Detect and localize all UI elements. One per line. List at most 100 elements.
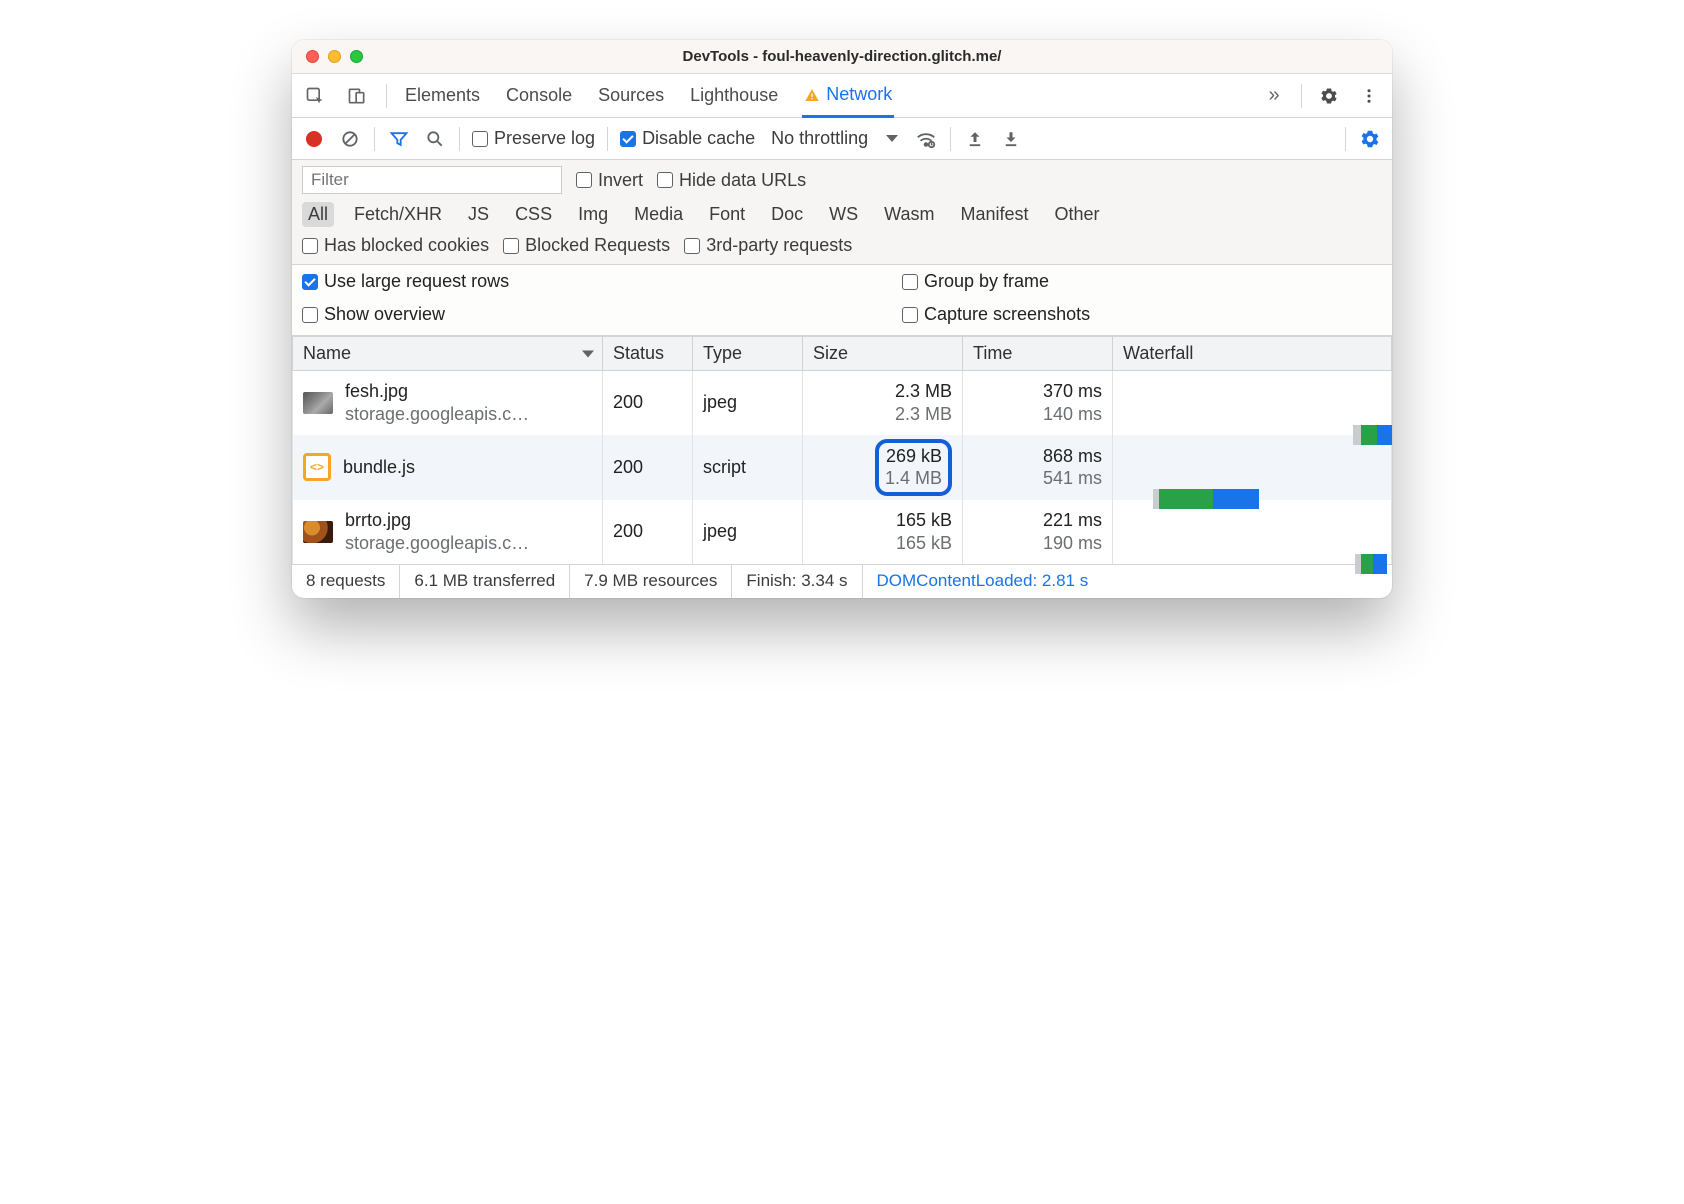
file-domain: storage.googleapis.c… [345,403,529,426]
type-filter-font[interactable]: Font [703,202,751,227]
tab-console[interactable]: Console [504,75,574,116]
table-row[interactable]: fesh.jpgstorage.googleapis.c…200jpeg2.3 … [293,371,1392,435]
preserve-log-label: Preserve log [494,128,595,149]
type-filter-media[interactable]: Media [628,202,689,227]
tab-elements[interactable]: Elements [403,75,482,116]
type-filter-doc[interactable]: Doc [765,202,809,227]
file-thumb-icon [303,521,333,543]
network-settings-gear-icon[interactable] [1358,127,1382,151]
type-filter-wasm[interactable]: Wasm [878,202,940,227]
status-requests: 8 requests [292,565,400,598]
maximize-window-button[interactable] [350,50,363,63]
more-tabs-icon[interactable]: » [1261,83,1287,109]
type-filter-manifest[interactable]: Manifest [955,202,1035,227]
throttling-label: No throttling [771,128,868,149]
status-bar: 8 requests 6.1 MB transferred 7.9 MB res… [292,564,1392,598]
large-rows-checkbox[interactable]: Use large request rows [302,271,842,292]
size-cell: 269 kB1.4 MB [803,435,963,500]
group-by-frame-label: Group by frame [924,271,1049,292]
tab-sources[interactable]: Sources [596,75,666,116]
time-cell: 868 ms541 ms [963,435,1113,500]
show-overview-checkbox[interactable]: Show overview [302,304,842,325]
status-dcl: DOMContentLoaded: 2.81 s [863,565,1103,598]
large-rows-label: Use large request rows [324,271,509,292]
third-party-checkbox[interactable]: 3rd-party requests [684,235,852,256]
col-waterfall[interactable]: Waterfall [1113,337,1392,371]
sort-icon [582,350,594,357]
download-har-icon[interactable] [999,127,1023,151]
type-filter-ws[interactable]: WS [823,202,864,227]
type-filter-img[interactable]: Img [572,202,614,227]
group-by-frame-checkbox[interactable]: Group by frame [902,271,1090,292]
invert-label: Invert [598,170,643,191]
settings-gear-icon[interactable] [1316,83,1342,109]
col-name[interactable]: Name [293,337,603,371]
invert-checkbox[interactable]: Invert [576,170,643,191]
has-blocked-cookies-checkbox[interactable]: Has blocked cookies [302,235,489,256]
col-type[interactable]: Type [693,337,803,371]
capture-screenshots-label: Capture screenshots [924,304,1090,325]
filter-bar: Invert Hide data URLs All Fetch/XHR JS CSS I… [292,160,1392,265]
network-toolbar: Preserve log Disable cache No throttling [292,118,1392,160]
tab-network[interactable]: Network [802,74,894,118]
type-filter-all[interactable]: All [302,202,334,227]
type-filter-css[interactable]: CSS [509,202,558,227]
type-filter-other[interactable]: Other [1049,202,1106,227]
table-row[interactable]: brrto.jpgstorage.googleapis.c…200jpeg165… [293,500,1392,564]
filter-input[interactable] [302,166,562,194]
display-options: Use large request rows Show overview Gro… [292,265,1392,336]
requests-table: NameStatusTypeSizeTimeWaterfall fesh.jpg… [292,336,1392,564]
separator [1345,127,1346,151]
record-button[interactable] [302,127,326,151]
window-title: DevTools - foul-heavenly-direction.glitc… [292,48,1392,65]
separator [459,127,460,151]
preserve-log-checkbox[interactable]: Preserve log [472,128,595,149]
upload-har-icon[interactable] [963,127,987,151]
table-row[interactable]: <>bundle.js200script269 kB1.4 MB868 ms54… [293,435,1392,500]
col-size[interactable]: Size [803,337,963,371]
main-tab-bar: ElementsConsoleSourcesLighthouseNetwork … [292,74,1392,118]
hide-data-urls-label: Hide data URLs [679,170,806,191]
file-thumb-icon: <> [303,453,331,481]
type-filter-js[interactable]: JS [462,202,495,227]
time-cell: 221 ms190 ms [963,500,1113,564]
status-cell: 200 [603,435,693,500]
col-time[interactable]: Time [963,337,1113,371]
disable-cache-label: Disable cache [642,128,755,149]
inspect-element-icon[interactable] [302,83,328,109]
clear-icon[interactable] [338,127,362,151]
device-toolbar-icon[interactable] [344,83,370,109]
third-party-label: 3rd-party requests [706,235,852,256]
status-transferred: 6.1 MB transferred [400,565,570,598]
file-thumb-icon [303,392,333,414]
separator [1301,84,1302,108]
type-filter-fetchxhr[interactable]: Fetch/XHR [348,202,448,227]
status-cell: 200 [603,500,693,564]
size-cell: 2.3 MB2.3 MB [803,371,963,435]
file-name: fesh.jpg [345,380,529,403]
col-status[interactable]: Status [603,337,693,371]
close-window-button[interactable] [306,50,319,63]
capture-screenshots-checkbox[interactable]: Capture screenshots [902,304,1090,325]
titlebar: DevTools - foul-heavenly-direction.glitc… [292,40,1392,74]
separator [950,127,951,151]
hide-data-urls-checkbox[interactable]: Hide data URLs [657,170,806,191]
blocked-requests-checkbox[interactable]: Blocked Requests [503,235,670,256]
filter-funnel-icon[interactable] [387,127,411,151]
minimize-window-button[interactable] [328,50,341,63]
kebab-menu-icon[interactable] [1356,83,1382,109]
search-icon[interactable] [423,127,447,151]
chevron-down-icon [886,135,898,142]
waterfall-cell [1113,500,1392,564]
type-cell: jpeg [693,371,803,435]
size-highlight: 269 kB1.4 MB [875,439,952,496]
show-overview-label: Show overview [324,304,445,325]
waterfall-cell [1113,435,1392,500]
network-conditions-icon[interactable] [914,127,938,151]
devtools-window: DevTools - foul-heavenly-direction.glitc… [292,40,1392,598]
time-cell: 370 ms140 ms [963,371,1113,435]
throttling-select[interactable]: No throttling [767,128,902,149]
disable-cache-checkbox[interactable]: Disable cache [620,128,755,149]
tab-lighthouse[interactable]: Lighthouse [688,75,780,116]
warning-icon [804,87,820,103]
